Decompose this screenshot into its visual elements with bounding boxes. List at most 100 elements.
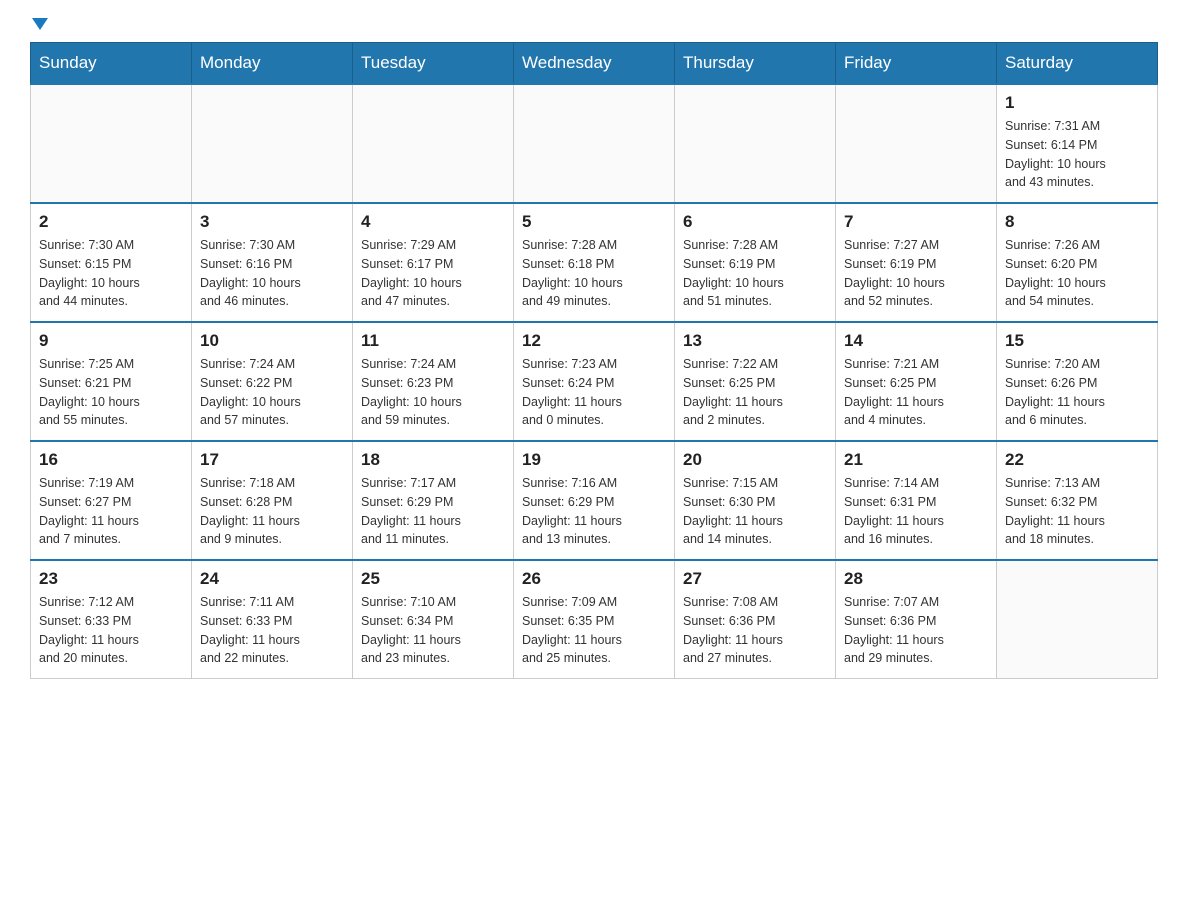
calendar-cell: 5 Sunrise: 7:28 AMSunset: 6:18 PMDaylight… — [514, 203, 675, 322]
day-number: 3 — [200, 212, 344, 232]
calendar-cell: 16 Sunrise: 7:19 AMSunset: 6:27 PMDayligh… — [31, 441, 192, 560]
day-info: Sunrise: 7:09 AMSunset: 6:35 PMDaylight:… — [522, 593, 666, 668]
day-info: Sunrise: 7:29 AMSunset: 6:17 PMDaylight:… — [361, 236, 505, 311]
day-number: 22 — [1005, 450, 1149, 470]
day-info: Sunrise: 7:20 AMSunset: 6:26 PMDaylight:… — [1005, 355, 1149, 430]
calendar-cell: 1 Sunrise: 7:31 AMSunset: 6:14 PMDaylight… — [997, 84, 1158, 203]
calendar-week-4: 16 Sunrise: 7:19 AMSunset: 6:27 PMDayligh… — [31, 441, 1158, 560]
day-info: Sunrise: 7:26 AMSunset: 6:20 PMDaylight:… — [1005, 236, 1149, 311]
day-info: Sunrise: 7:17 AMSunset: 6:29 PMDaylight:… — [361, 474, 505, 549]
day-number: 5 — [522, 212, 666, 232]
day-info: Sunrise: 7:24 AMSunset: 6:22 PMDaylight:… — [200, 355, 344, 430]
calendar-cell: 2 Sunrise: 7:30 AMSunset: 6:15 PMDaylight… — [31, 203, 192, 322]
weekday-header-thursday: Thursday — [675, 43, 836, 85]
day-info: Sunrise: 7:30 AMSunset: 6:15 PMDaylight:… — [39, 236, 183, 311]
day-info: Sunrise: 7:14 AMSunset: 6:31 PMDaylight:… — [844, 474, 988, 549]
calendar-cell: 15 Sunrise: 7:20 AMSunset: 6:26 PMDayligh… — [997, 322, 1158, 441]
day-number: 20 — [683, 450, 827, 470]
day-number: 28 — [844, 569, 988, 589]
weekday-header-tuesday: Tuesday — [353, 43, 514, 85]
calendar-cell: 23 Sunrise: 7:12 AMSunset: 6:33 PMDayligh… — [31, 560, 192, 679]
calendar-cell: 12 Sunrise: 7:23 AMSunset: 6:24 PMDayligh… — [514, 322, 675, 441]
day-info: Sunrise: 7:31 AMSunset: 6:14 PMDaylight:… — [1005, 117, 1149, 192]
weekday-header-monday: Monday — [192, 43, 353, 85]
day-number: 19 — [522, 450, 666, 470]
calendar-cell: 11 Sunrise: 7:24 AMSunset: 6:23 PMDayligh… — [353, 322, 514, 441]
day-info: Sunrise: 7:13 AMSunset: 6:32 PMDaylight:… — [1005, 474, 1149, 549]
day-number: 7 — [844, 212, 988, 232]
day-number: 9 — [39, 331, 183, 351]
calendar-cell: 13 Sunrise: 7:22 AMSunset: 6:25 PMDayligh… — [675, 322, 836, 441]
day-number: 11 — [361, 331, 505, 351]
calendar-cell: 21 Sunrise: 7:14 AMSunset: 6:31 PMDayligh… — [836, 441, 997, 560]
calendar-cell — [997, 560, 1158, 679]
calendar-cell: 9 Sunrise: 7:25 AMSunset: 6:21 PMDaylight… — [31, 322, 192, 441]
day-info: Sunrise: 7:12 AMSunset: 6:33 PMDaylight:… — [39, 593, 183, 668]
weekday-header-wednesday: Wednesday — [514, 43, 675, 85]
weekday-header-friday: Friday — [836, 43, 997, 85]
day-number: 10 — [200, 331, 344, 351]
calendar-week-5: 23 Sunrise: 7:12 AMSunset: 6:33 PMDayligh… — [31, 560, 1158, 679]
calendar-cell — [675, 84, 836, 203]
day-info: Sunrise: 7:25 AMSunset: 6:21 PMDaylight:… — [39, 355, 183, 430]
logo-triangle-icon — [32, 18, 48, 30]
page-header — [30, 20, 1158, 32]
calendar-cell: 27Sunrise: 7:08 AMSunset: 6:36 PMDayligh… — [675, 560, 836, 679]
day-number: 15 — [1005, 331, 1149, 351]
calendar-table: SundayMondayTuesdayWednesdayThursdayFrid… — [30, 42, 1158, 679]
day-info: Sunrise: 7:15 AMSunset: 6:30 PMDaylight:… — [683, 474, 827, 549]
day-number: 21 — [844, 450, 988, 470]
weekday-header-row: SundayMondayTuesdayWednesdayThursdayFrid… — [31, 43, 1158, 85]
day-number: 23 — [39, 569, 183, 589]
day-number: 1 — [1005, 93, 1149, 113]
calendar-week-1: 1 Sunrise: 7:31 AMSunset: 6:14 PMDaylight… — [31, 84, 1158, 203]
calendar-cell: 7 Sunrise: 7:27 AMSunset: 6:19 PMDaylight… — [836, 203, 997, 322]
day-info: Sunrise: 7:28 AMSunset: 6:18 PMDaylight:… — [522, 236, 666, 311]
calendar-cell: 4 Sunrise: 7:29 AMSunset: 6:17 PMDaylight… — [353, 203, 514, 322]
weekday-header-saturday: Saturday — [997, 43, 1158, 85]
day-number: 17 — [200, 450, 344, 470]
calendar-cell: 20 Sunrise: 7:15 AMSunset: 6:30 PMDayligh… — [675, 441, 836, 560]
calendar-week-3: 9 Sunrise: 7:25 AMSunset: 6:21 PMDaylight… — [31, 322, 1158, 441]
day-number: 12 — [522, 331, 666, 351]
logo — [30, 20, 48, 32]
calendar-cell — [514, 84, 675, 203]
calendar-cell: 26 Sunrise: 7:09 AMSunset: 6:35 PMDayligh… — [514, 560, 675, 679]
day-info: Sunrise: 7:16 AMSunset: 6:29 PMDaylight:… — [522, 474, 666, 549]
day-number: 24 — [200, 569, 344, 589]
day-number: 25 — [361, 569, 505, 589]
weekday-header-sunday: Sunday — [31, 43, 192, 85]
day-info: Sunrise: 7:22 AMSunset: 6:25 PMDaylight:… — [683, 355, 827, 430]
day-number: 8 — [1005, 212, 1149, 232]
day-number: 14 — [844, 331, 988, 351]
day-info: Sunrise: 7:19 AMSunset: 6:27 PMDaylight:… — [39, 474, 183, 549]
calendar-cell — [192, 84, 353, 203]
day-info: Sunrise: 7:11 AMSunset: 6:33 PMDaylight:… — [200, 593, 344, 668]
calendar-cell: 19 Sunrise: 7:16 AMSunset: 6:29 PMDayligh… — [514, 441, 675, 560]
calendar-cell — [353, 84, 514, 203]
day-info: Sunrise: 7:23 AMSunset: 6:24 PMDaylight:… — [522, 355, 666, 430]
day-info: Sunrise: 7:10 AMSunset: 6:34 PMDaylight:… — [361, 593, 505, 668]
calendar-cell: 24 Sunrise: 7:11 AMSunset: 6:33 PMDayligh… — [192, 560, 353, 679]
day-number: 2 — [39, 212, 183, 232]
day-info: Sunrise: 7:21 AMSunset: 6:25 PMDaylight:… — [844, 355, 988, 430]
calendar-cell: 18Sunrise: 7:17 AMSunset: 6:29 PMDayligh… — [353, 441, 514, 560]
calendar-cell — [836, 84, 997, 203]
day-number: 4 — [361, 212, 505, 232]
day-number: 6 — [683, 212, 827, 232]
day-number: 26 — [522, 569, 666, 589]
calendar-cell: 3 Sunrise: 7:30 AMSunset: 6:16 PMDaylight… — [192, 203, 353, 322]
calendar-cell: 14 Sunrise: 7:21 AMSunset: 6:25 PMDayligh… — [836, 322, 997, 441]
calendar-cell: 22 Sunrise: 7:13 AMSunset: 6:32 PMDayligh… — [997, 441, 1158, 560]
day-info: Sunrise: 7:08 AMSunset: 6:36 PMDaylight:… — [683, 593, 827, 668]
day-info: Sunrise: 7:30 AMSunset: 6:16 PMDaylight:… — [200, 236, 344, 311]
calendar-cell: 10 Sunrise: 7:24 AMSunset: 6:22 PMDayligh… — [192, 322, 353, 441]
day-info: Sunrise: 7:27 AMSunset: 6:19 PMDaylight:… — [844, 236, 988, 311]
calendar-cell: 6Sunrise: 7:28 AMSunset: 6:19 PMDaylight… — [675, 203, 836, 322]
calendar-cell: 28Sunrise: 7:07 AMSunset: 6:36 PMDayligh… — [836, 560, 997, 679]
day-info: Sunrise: 7:18 AMSunset: 6:28 PMDaylight:… — [200, 474, 344, 549]
day-number: 16 — [39, 450, 183, 470]
calendar-cell: 17 Sunrise: 7:18 AMSunset: 6:28 PMDayligh… — [192, 441, 353, 560]
day-info: Sunrise: 7:24 AMSunset: 6:23 PMDaylight:… — [361, 355, 505, 430]
day-number: 13 — [683, 331, 827, 351]
